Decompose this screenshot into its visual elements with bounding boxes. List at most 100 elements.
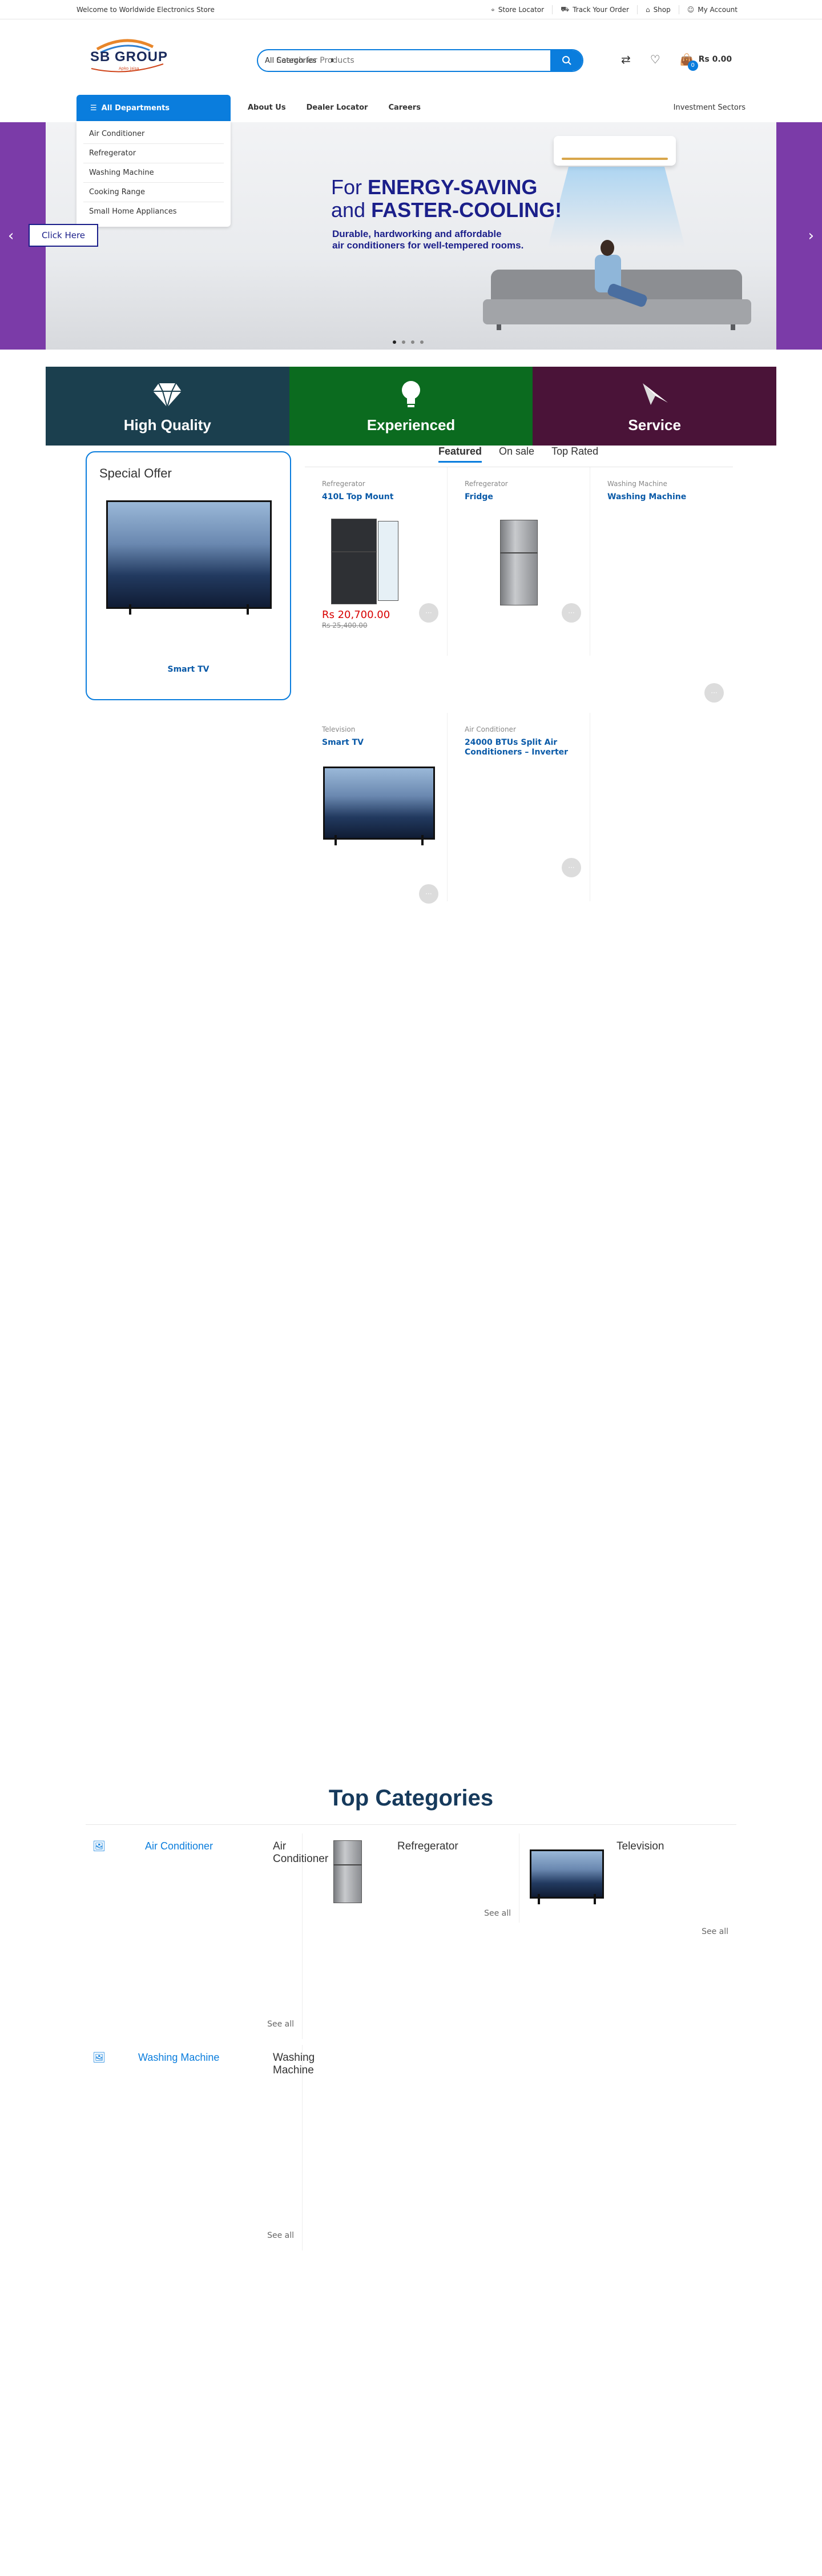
department-item-cooking-range[interactable]: Cooking Range bbox=[83, 183, 224, 202]
special-offer-card[interactable]: Special Offer Smart TV bbox=[86, 451, 291, 700]
slider-dot[interactable] bbox=[411, 340, 414, 344]
top-links: ⌖ Store Locator ⛟ Track Your Order ⌂ Shop ☺… bbox=[483, 5, 746, 14]
sofa-leg bbox=[497, 324, 501, 330]
slider-dot[interactable] bbox=[393, 340, 396, 344]
nav-investment-sectors[interactable]: Investment Sectors bbox=[674, 103, 746, 112]
compare-icon[interactable]: ⇄ bbox=[621, 53, 631, 66]
all-departments-button[interactable]: ☰ All Departments bbox=[76, 95, 231, 121]
shop-link[interactable]: ⌂ Shop bbox=[636, 5, 679, 14]
slider-dot[interactable] bbox=[420, 340, 424, 344]
product-name[interactable]: 410L Top Mount bbox=[322, 492, 436, 502]
feature-strip: High Quality Experienced Service bbox=[46, 367, 777, 446]
air-conditioner-image bbox=[554, 136, 676, 166]
category-name[interactable]: Refregerator bbox=[397, 1840, 458, 1853]
department-item-refregerator[interactable]: Refregerator bbox=[83, 144, 224, 163]
category-card-refregerator[interactable]: Refregerator See all bbox=[303, 1833, 519, 1923]
my-account-link[interactable]: ☺ My Account bbox=[678, 5, 746, 14]
product-category[interactable]: Washing Machine bbox=[607, 480, 667, 488]
product-card[interactable]: Refregerator 410L Top Mount Rs 20,700.00… bbox=[305, 467, 448, 656]
category-name[interactable]: Washing Machine bbox=[273, 2052, 315, 2077]
special-offer-product-name[interactable]: Smart TV bbox=[87, 665, 290, 674]
sofa-seat bbox=[483, 299, 751, 324]
product-price: Rs 20,700.00 bbox=[322, 609, 390, 621]
logo-text: SB GROUP bbox=[90, 49, 168, 65]
hero-prev-arrow-icon[interactable]: ‹ bbox=[8, 227, 14, 244]
nav-dealer-locator[interactable]: Dealer Locator bbox=[307, 103, 368, 112]
hero-sub-line1: Durable, hardworking and affordable bbox=[332, 228, 502, 239]
product-card[interactable]: Television Smart TV ··· bbox=[305, 713, 448, 904]
see-all-link[interactable]: See all bbox=[267, 2231, 294, 2240]
broken-image-icon: 🖼 bbox=[92, 2052, 106, 2063]
search-button[interactable] bbox=[550, 50, 582, 71]
nav-links: About Us Dealer Locator Careers bbox=[248, 103, 441, 112]
tab-top-rated[interactable]: Top Rated bbox=[551, 446, 598, 463]
broken-image-icon: 🖼 bbox=[92, 1840, 106, 1852]
add-to-cart-button[interactable]: ··· bbox=[419, 603, 438, 623]
logo[interactable]: SB GROUP Apko jaisa bbox=[86, 37, 169, 79]
shop-label: Shop bbox=[653, 6, 671, 14]
department-item-air-conditioner[interactable]: Air Conditioner bbox=[83, 125, 224, 144]
add-to-cart-button[interactable]: ··· bbox=[562, 603, 581, 623]
nav-about-us[interactable]: About Us bbox=[248, 103, 286, 112]
product-name[interactable]: Fridge bbox=[465, 492, 579, 502]
all-departments-label: All Departments bbox=[101, 103, 170, 113]
main-nav: ☰ All Departments About Us Dealer Locato… bbox=[0, 95, 822, 121]
see-all-link[interactable]: See all bbox=[702, 1927, 728, 1936]
category-select[interactable]: All Categories ⬍ bbox=[258, 50, 345, 71]
slider-dots bbox=[393, 340, 424, 344]
nav-careers[interactable]: Careers bbox=[388, 103, 421, 112]
hero-cta-button[interactable]: Click Here bbox=[29, 224, 98, 247]
wishlist-heart-icon[interactable]: ♡ bbox=[650, 53, 660, 66]
product-category[interactable]: Refregerator bbox=[322, 480, 365, 488]
add-to-cart-button[interactable]: ··· bbox=[419, 884, 438, 904]
department-item-washing-machine[interactable]: Washing Machine bbox=[83, 163, 224, 183]
tab-on-sale[interactable]: On sale bbox=[499, 446, 534, 463]
category-image-alt: Air Conditioner bbox=[145, 1840, 213, 1852]
television-image bbox=[530, 1849, 604, 1904]
cart[interactable]: 👜 0 Rs 0.00 bbox=[680, 53, 732, 71]
category-card-washing-machine[interactable]: 🖼 Washing Machine Washing Machine See al… bbox=[86, 2045, 315, 2250]
product-card[interactable]: Washing Machine Washing Machine ··· bbox=[590, 467, 733, 707]
paper-plane-icon bbox=[642, 383, 668, 405]
hero-next-arrow-icon[interactable]: › bbox=[808, 227, 814, 244]
product-category[interactable]: Air Conditioner bbox=[465, 725, 516, 733]
diamond-icon bbox=[153, 383, 182, 410]
hero-subheading: Durable, hardworking and affordable air … bbox=[332, 228, 523, 251]
search-bar: All Categories ⬍ bbox=[257, 49, 583, 72]
category-card-air-conditioner[interactable]: 🖼 Air Conditioner Air Conditioner See al… bbox=[86, 1833, 328, 2039]
hero-heading-line2-plain: and bbox=[331, 198, 372, 222]
product-category[interactable]: Television bbox=[322, 725, 355, 733]
product-category[interactable]: Refregerator bbox=[465, 480, 508, 488]
department-item-small-home-appliances[interactable]: Small Home Appliances bbox=[83, 202, 224, 221]
product-card[interactable]: Refregerator Fridge ··· bbox=[448, 467, 590, 656]
product-name[interactable]: Smart TV bbox=[322, 738, 436, 748]
fridge-image bbox=[331, 519, 377, 604]
welcome-text: Welcome to Worldwide Electronics Store bbox=[76, 6, 215, 14]
track-order-link[interactable]: ⛟ Track Your Order bbox=[552, 5, 637, 14]
category-name[interactable]: Television bbox=[616, 1840, 664, 1853]
add-to-cart-button[interactable]: ··· bbox=[562, 858, 581, 877]
header-icons: ⇄ ♡ 👜 0 Rs 0.00 bbox=[621, 53, 732, 71]
category-image-alt: Washing Machine bbox=[138, 2052, 220, 2063]
category-card-television[interactable]: Television See all bbox=[519, 1833, 736, 1936]
product-card[interactable]: Air Conditioner 24000 BTUs Split Air Con… bbox=[448, 713, 590, 901]
tab-featured[interactable]: Featured bbox=[438, 446, 482, 463]
person-head bbox=[601, 240, 614, 256]
product-name[interactable]: 24000 BTUs Split Air Conditioners – Inve… bbox=[465, 738, 579, 757]
category-select-value: All Categories bbox=[265, 56, 317, 65]
see-all-link[interactable]: See all bbox=[267, 2020, 294, 2029]
hero-heading-line1-plain: For bbox=[331, 175, 368, 199]
hero-heading: For ENERGY-SAVING and FASTER-COOLING! bbox=[331, 176, 562, 222]
slider-dot[interactable] bbox=[402, 340, 405, 344]
feature-high-quality: High Quality bbox=[46, 367, 289, 446]
store-locator-link[interactable]: ⌖ Store Locator bbox=[483, 5, 552, 14]
add-to-cart-button[interactable]: ··· bbox=[704, 683, 724, 703]
search-icon bbox=[562, 56, 571, 65]
menu-list-icon: ☰ bbox=[90, 103, 97, 113]
fridge-door-open-image bbox=[378, 521, 398, 601]
see-all-link[interactable]: See all bbox=[484, 1909, 511, 1918]
special-offer-title: Special Offer bbox=[99, 466, 172, 480]
smart-tv-image bbox=[323, 767, 435, 845]
product-name[interactable]: Washing Machine bbox=[607, 492, 722, 502]
product-tabs: Featured On sale Top Rated bbox=[438, 446, 598, 463]
